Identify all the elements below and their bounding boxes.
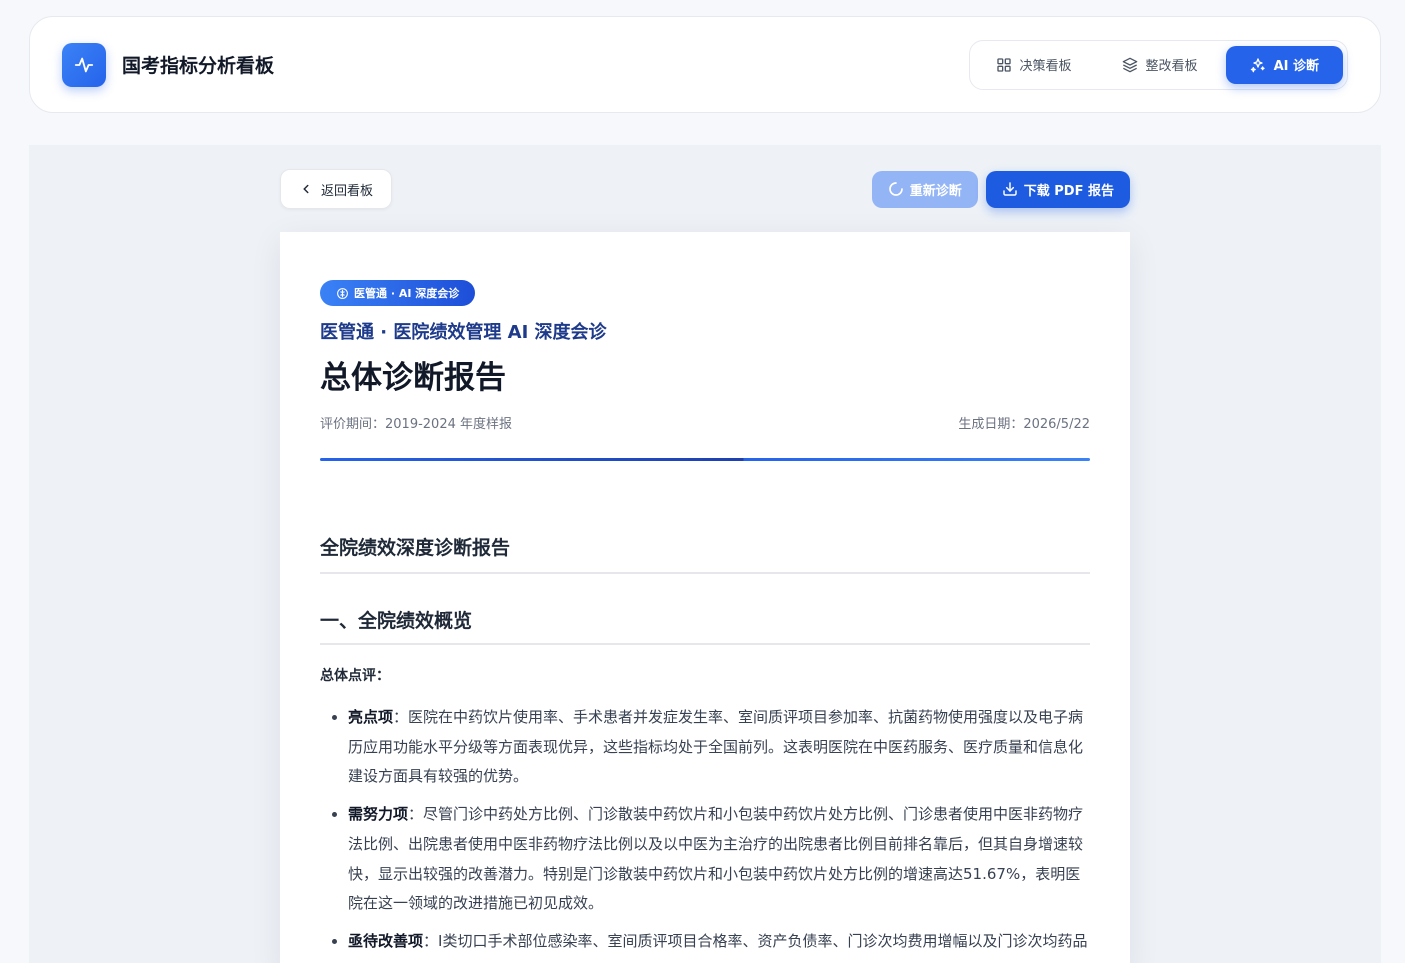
brand: 国考指标分析看板 [62,42,275,87]
download-icon [1003,182,1017,196]
tab-label: 决策看板 [1019,59,1072,74]
report-badge: 医管通 · AI 深度会诊 [320,280,476,306]
point-text: ：医院在中药饮片使用率、手术患者并发症发生率、室间质评项目参加率、抗菌药物使用强… [348,708,1084,786]
app-title: 国考指标分析看板 [122,55,275,77]
overall-comment-label: 总体点评： [320,668,390,684]
evaluation-period: 评价期间：2019-2024 年度样报 [320,417,512,432]
point-label: 亟待改善项 [348,931,424,950]
rediagnose-button[interactable]: 重新诊断 [871,170,978,208]
grid-icon [996,57,1011,72]
point-label: 需努力项 [348,805,409,824]
layers-icon [1122,57,1137,72]
point-text: ：尽管门诊中药处方比例、门诊散装中药饮片和小包装中药饮片处方比例、门诊患者使用中… [348,805,1084,913]
back-button-label: 返回看板 [321,183,374,199]
loading-spinner-icon [888,182,903,196]
chevron-left-icon [303,184,309,194]
header-divider [320,458,1090,461]
list-item: 亟待改善项：I类切口手术部位感染率、室间质评项目合格率、资产负债率、门诊次均费用… [348,927,1090,963]
comment-list: 亮点项：医院在中药饮片使用率、手术患者并发症发生率、室间质评项目参加率、抗菌药物… [320,703,1090,963]
section-heading: 全院绩效深度诊断报告 [320,533,1090,574]
list-item: 需努力项：尽管门诊中药处方比例、门诊散装中药饮片和小包装中药饮片处方比例、门诊患… [348,800,1090,919]
section-subheading: 一、全院绩效概览 [320,606,1090,645]
point-text: ：I类切口手术部位感染率、室间质评项目合格率、资产负债率、门诊次均费用增幅以及门… [348,931,1088,963]
badge-label: 医管通 · AI 深度会诊 [354,287,460,300]
main-area: 返回看板 重新诊断 下载 PDF 报告 医管通 · AI 深度会诊 医管通 · … [29,145,1381,963]
tab-decision-board[interactable]: 决策看板 [974,46,1094,84]
tab-ai-diagnosis[interactable]: AI 诊断 [1225,45,1343,84]
activity-icon [62,42,106,87]
list-item: 亮点项：医院在中药饮片使用率、手术患者并发症发生率、室间质评项目参加率、抗菌药物… [348,703,1090,792]
report-meta: 评价期间：2019-2024 年度样报 生成日期：2026/5/22 [320,413,1090,432]
back-button[interactable]: 返回看板 [280,169,393,209]
sparkles-icon [1250,57,1265,72]
point-label: 亮点项 [348,708,394,726]
report-actions: 重新诊断 下载 PDF 报告 [871,170,1130,208]
report-subtitle: 医管通 · 医院绩效管理 AI 深度会诊 [320,322,607,343]
report-document: 医管通 · AI 深度会诊 医管通 · 医院绩效管理 AI 深度会诊 总体诊断报… [280,232,1130,963]
download-pdf-button[interactable]: 下载 PDF 报告 [985,170,1130,208]
tab-label: 整改看板 [1145,59,1198,74]
tab-label: AI 诊断 [1273,59,1319,74]
report-title: 总体诊断报告 [320,360,506,396]
tab-rectification-board[interactable]: 整改看板 [1100,46,1220,84]
brain-icon [337,287,348,299]
generated-date: 生成日期：2026/5/22 [958,417,1090,432]
app-header: 国考指标分析看板 决策看板 整改看板 AI 诊断 [29,16,1381,113]
report-toolbar: 返回看板 重新诊断 下载 PDF 报告 [280,169,1130,209]
nav-tabs: 决策看板 整改看板 AI 诊断 [968,39,1348,90]
download-pdf-button-label: 下载 PDF 报告 [1023,183,1114,199]
rediagnose-button-label: 重新诊断 [909,183,962,199]
